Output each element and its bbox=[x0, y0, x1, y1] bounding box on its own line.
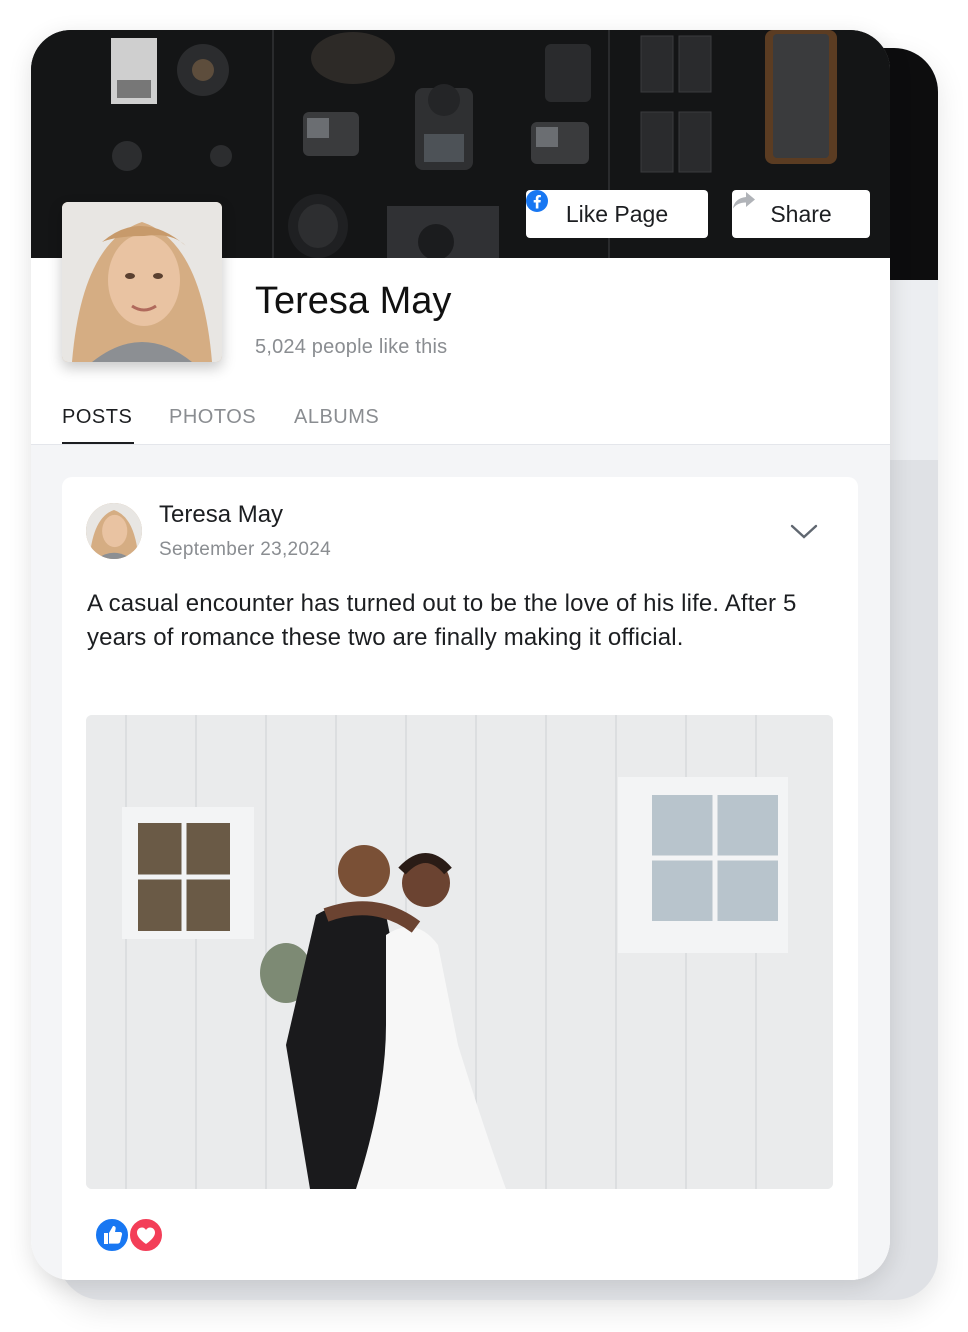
post-date[interactable]: September 23,2024 bbox=[159, 539, 331, 561]
post-author-name[interactable]: Teresa May bbox=[159, 501, 283, 529]
post-card: Teresa May September 23,2024 A casual en… bbox=[62, 477, 858, 1280]
wedding-couple-photo bbox=[86, 715, 833, 1189]
facebook-logo-icon bbox=[526, 190, 548, 212]
love-reaction-icon bbox=[128, 1217, 164, 1253]
share-label: Share bbox=[770, 200, 832, 227]
like-reaction-icon bbox=[94, 1217, 130, 1253]
author-photo bbox=[86, 503, 142, 559]
page-tabs: POSTS PHOTOS ALBUMS bbox=[31, 400, 890, 445]
tab-photos[interactable]: PHOTOS bbox=[169, 406, 256, 429]
share-arrow-icon bbox=[733, 192, 755, 209]
profile-picture[interactable] bbox=[62, 202, 222, 362]
page-title[interactable]: Teresa May bbox=[255, 280, 451, 323]
like-page-label: Like Page bbox=[565, 200, 669, 227]
tab-albums[interactable]: ALBUMS bbox=[294, 406, 379, 429]
post-photo[interactable] bbox=[86, 715, 833, 1189]
post-author-avatar[interactable] bbox=[86, 503, 142, 559]
post-text: A casual encounter has turned out to be … bbox=[87, 590, 797, 651]
profile-photo bbox=[62, 202, 222, 362]
post-reactions[interactable] bbox=[94, 1217, 168, 1255]
chevron-down-icon[interactable] bbox=[789, 521, 819, 541]
like-page-button[interactable]: Like Page bbox=[526, 190, 708, 238]
active-tab-indicator bbox=[62, 442, 134, 444]
share-button[interactable]: Share bbox=[732, 190, 870, 238]
page-like-count: 5,024 people like this bbox=[255, 336, 448, 358]
tab-posts[interactable]: POSTS bbox=[62, 406, 132, 429]
facebook-page-widget: Like Page Share Teresa May 5,024 people … bbox=[31, 30, 890, 1280]
